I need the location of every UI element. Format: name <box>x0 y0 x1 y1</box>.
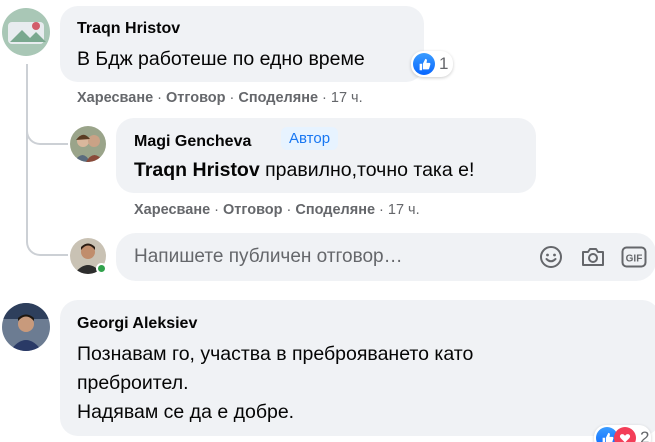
timestamp[interactable]: 17 ч. <box>388 202 420 218</box>
comment-text-line: Надявам се да е добре. <box>77 401 295 423</box>
separator: · <box>157 90 162 106</box>
comment-author[interactable]: Georgi Aleksiev <box>77 315 197 333</box>
thread-line-branch-composer <box>26 210 68 256</box>
reply-input[interactable] <box>134 244 504 270</box>
reaction-count: 2 <box>640 428 650 442</box>
reply-actions: Харесване · Отговор · Споделяне · 17 ч. <box>134 202 420 218</box>
share-link[interactable]: Споделяне <box>295 202 375 218</box>
mention-link[interactable]: Traqn Hristov <box>134 159 260 181</box>
avatar-georgi-aleksiev[interactable] <box>2 303 50 351</box>
svg-text:GIF: GIF <box>626 254 643 265</box>
like-reaction-icon <box>413 53 435 75</box>
gif-icon[interactable]: GIF <box>621 244 647 270</box>
camera-icon[interactable] <box>580 244 606 270</box>
comment-text: В Бдж работеше по едно време <box>77 48 365 70</box>
timestamp[interactable]: 17 ч. <box>331 90 363 106</box>
share-link[interactable]: Споделяне <box>238 90 318 106</box>
reply-composer: GIF <box>116 233 655 281</box>
comment-text-line: Познавам го, участва в преброяването кат… <box>77 343 474 365</box>
like-link[interactable]: Харесване <box>77 90 153 106</box>
thread-line-main <box>26 64 28 229</box>
comment-author[interactable]: Traqn Hristov <box>77 20 180 38</box>
comment-text-line: преброител. <box>77 372 189 394</box>
online-status-dot <box>96 263 107 274</box>
love-reaction-icon <box>614 427 636 442</box>
like-link[interactable]: Харесване <box>134 202 210 218</box>
reply-link[interactable]: Отговор <box>223 202 283 218</box>
reply-link[interactable]: Отговор <box>166 90 226 106</box>
separator: · <box>214 202 219 218</box>
thread-line-branch-reply <box>26 95 68 145</box>
reply-text: Traqn Hristov правилно,точно така е! <box>134 156 474 184</box>
reaction-summary[interactable]: 1 <box>411 51 454 77</box>
separator: · <box>229 90 235 106</box>
comment-actions: Харесване · Отговор · Споделяне · 17 ч. <box>77 90 363 106</box>
reaction-summary[interactable]: 2 <box>594 425 652 442</box>
avatar-magi-gencheva[interactable] <box>70 126 106 162</box>
separator: · <box>379 202 384 218</box>
reaction-count: 1 <box>439 54 449 73</box>
reply-text-body: правилно,точно така е! <box>259 159 475 181</box>
avatar-traqn-hristov[interactable] <box>2 8 50 56</box>
author-badge: Автор <box>281 127 339 150</box>
reply-author[interactable]: Magi Gencheva <box>134 133 251 151</box>
separator: · <box>322 90 327 106</box>
separator: · <box>286 202 292 218</box>
emoji-icon[interactable] <box>538 244 564 270</box>
